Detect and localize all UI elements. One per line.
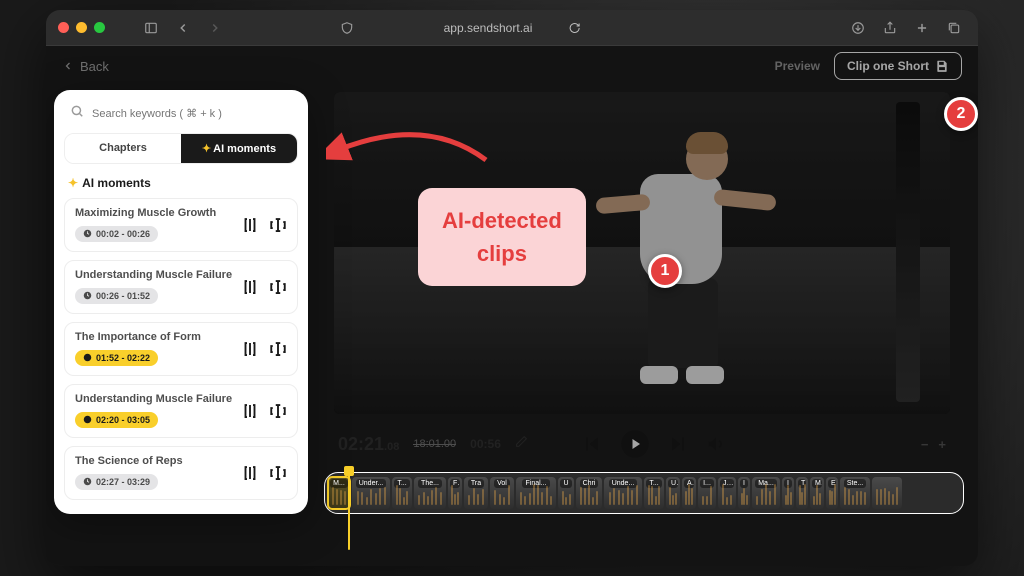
sidebar-toggle-icon[interactable] <box>139 16 163 40</box>
tab-chapters[interactable]: Chapters <box>65 134 181 163</box>
timeline-clip[interactable]: Final... <box>516 477 556 509</box>
timeline-clip[interactable]: T... <box>644 477 664 509</box>
shield-icon[interactable] <box>335 16 359 40</box>
minimize-window-icon[interactable] <box>76 22 87 33</box>
section-heading: ✦AI moments <box>64 172 298 198</box>
timeline-clip[interactable]: I <box>738 477 750 509</box>
clock-icon <box>83 353 92 362</box>
clock-icon <box>83 291 92 300</box>
rename-icon[interactable] <box>269 340 287 358</box>
moment-time-pill: 02:27 - 03:29 <box>75 474 158 490</box>
timeline-clip[interactable]: Vol <box>490 477 514 509</box>
traffic-lights <box>58 22 105 33</box>
volume-icon[interactable] <box>706 434 726 454</box>
moment-item[interactable]: Understanding Muscle Failure 00:26 - 01:… <box>64 260 298 314</box>
search-icon <box>70 104 84 123</box>
annotation-badge-2: 2 <box>944 97 978 131</box>
url-text: app.sendshort.ai <box>444 21 533 35</box>
sidebar-tabs: Chapters ✦✨ AI momentsAI moments <box>64 133 298 164</box>
timeline-clip[interactable]: Ste... <box>840 477 870 509</box>
annotation-badge-1: 1 <box>648 254 682 288</box>
timeline-clip[interactable]: M <box>810 477 824 509</box>
skip-forward-icon[interactable] <box>668 434 688 454</box>
timeline-clip[interactable]: Under... <box>352 477 390 509</box>
new-tab-icon[interactable] <box>910 16 934 40</box>
sidebar-panel: Chapters ✦✨ AI momentsAI moments ✦AI mom… <box>54 90 308 514</box>
clip-button-label: Clip one Short <box>847 59 929 73</box>
clock-icon <box>83 229 92 238</box>
save-icon <box>935 59 949 73</box>
timeline-clip[interactable]: A <box>682 477 696 509</box>
browser-chrome: app.sendshort.ai <box>46 10 978 46</box>
timeline-clip[interactable]: Unde... <box>604 477 642 509</box>
timeline-clip[interactable]: E <box>826 477 838 509</box>
timeline-clip[interactable]: U <box>558 477 574 509</box>
clock-icon <box>83 477 92 486</box>
moment-item[interactable]: Maximizing Muscle Growth 00:02 - 00:26 <box>64 198 298 252</box>
address-bar[interactable]: app.sendshort.ai <box>444 21 581 35</box>
moment-item[interactable]: The Science of Reps 02:27 - 03:29 <box>64 446 298 500</box>
timeline-clip[interactable]: T... <box>392 477 412 509</box>
timeline-clip[interactable]: The... <box>414 477 446 509</box>
moment-time-pill: 00:26 - 01:52 <box>75 288 158 304</box>
back-button[interactable]: Back <box>62 59 109 74</box>
search-input[interactable] <box>92 108 292 120</box>
bracket-select-icon[interactable] <box>241 278 259 296</box>
timeline-clip[interactable]: U <box>666 477 680 509</box>
back-label: Back <box>80 59 109 74</box>
timeline[interactable]: M...Under...T...The...FTraVolFinal...UCh… <box>324 472 964 514</box>
nav-back-icon[interactable] <box>171 16 195 40</box>
rename-icon[interactable] <box>269 402 287 420</box>
video-controls: 02:21.08 18:01.00 00:56 − + <box>334 426 950 462</box>
bracket-select-icon[interactable] <box>241 216 259 234</box>
timeline-clip[interactable] <box>872 477 902 509</box>
rename-icon[interactable] <box>269 278 287 296</box>
download-icon[interactable] <box>846 16 870 40</box>
clip-one-short-button[interactable]: Clip one Short <box>834 52 962 80</box>
preview-button[interactable]: Preview <box>775 59 820 73</box>
zoom-in-button[interactable]: + <box>938 437 946 452</box>
zoom-out-button[interactable]: − <box>921 437 929 452</box>
rename-icon[interactable] <box>269 216 287 234</box>
bracket-select-icon[interactable] <box>241 402 259 420</box>
bracket-select-icon[interactable] <box>241 340 259 358</box>
moment-time-pill: 00:02 - 00:26 <box>75 226 158 242</box>
playhead[interactable] <box>348 472 350 550</box>
moment-time-pill: 01:52 - 02:22 <box>75 350 158 366</box>
clock-icon <box>83 415 92 424</box>
edit-icon[interactable] <box>515 435 528 453</box>
old-timecode: 18:01.00 <box>413 438 456 450</box>
app-header: Back Preview Clip one Short <box>46 46 978 86</box>
timecode: 02:21.08 <box>338 434 399 455</box>
moment-time-pill: 02:20 - 03:05 <box>75 412 158 428</box>
chevron-left-icon <box>62 60 74 72</box>
tab-ai-moments[interactable]: ✦✨ AI momentsAI moments <box>181 134 297 163</box>
tabs-icon[interactable] <box>942 16 966 40</box>
timeline-clip[interactable]: F <box>448 477 462 509</box>
nav-forward-icon[interactable] <box>203 16 227 40</box>
reload-icon[interactable] <box>568 22 580 34</box>
rename-icon[interactable] <box>269 464 287 482</box>
skip-back-icon[interactable] <box>582 434 602 454</box>
close-window-icon[interactable] <box>58 22 69 33</box>
timeline-clip[interactable]: Chri <box>576 477 602 509</box>
timeline-clip[interactable]: M... <box>328 477 350 509</box>
play-button[interactable] <box>620 429 650 459</box>
share-icon[interactable] <box>878 16 902 40</box>
clip-duration: 00:56 <box>470 437 501 451</box>
timeline-clip[interactable]: Tra <box>464 477 488 509</box>
bracket-select-icon[interactable] <box>241 464 259 482</box>
timeline-clip[interactable]: I... <box>698 477 716 509</box>
timeline-clip[interactable]: T <box>796 477 808 509</box>
maximize-window-icon[interactable] <box>94 22 105 33</box>
timeline-clip[interactable]: J... <box>718 477 736 509</box>
search-bar[interactable] <box>64 100 298 133</box>
moment-item[interactable]: Understanding Muscle Failure 02:20 - 03:… <box>64 384 298 438</box>
timeline-clip[interactable]: Ma... <box>752 477 780 509</box>
annotation-callout: AI-detected clips <box>418 188 586 286</box>
timeline-clip[interactable]: I <box>782 477 794 509</box>
moment-item[interactable]: The Importance of Form 01:52 - 02:22 <box>64 322 298 376</box>
